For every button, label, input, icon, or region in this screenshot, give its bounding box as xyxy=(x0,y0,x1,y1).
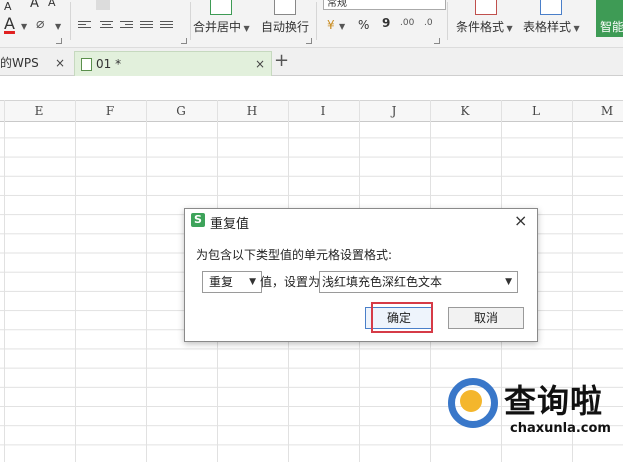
format-style-select[interactable]: 浅红填充色深红色文本 ▼ xyxy=(319,271,518,293)
chevron-down-icon[interactable]: ▼ xyxy=(21,22,27,31)
distribute-icon[interactable] xyxy=(160,21,173,31)
add-tab-button[interactable]: + xyxy=(274,50,289,71)
merge-center-icon[interactable] xyxy=(210,0,232,15)
tab-label: 我的WPS xyxy=(0,56,39,70)
wps-sheet-icon: S xyxy=(191,213,205,227)
tab-01[interactable]: 01 * × xyxy=(74,51,272,76)
align-right-icon[interactable] xyxy=(120,21,133,31)
number-format-select[interactable]: 常规 xyxy=(323,0,446,10)
auto-wrap-button[interactable]: 自动换行 xyxy=(261,18,309,35)
column-header-i[interactable]: I xyxy=(288,101,358,121)
dialog-title-bar[interactable]: S 重复值 × xyxy=(185,209,537,233)
gridline xyxy=(4,100,5,462)
tab-my-wps[interactable]: 我的WPS × xyxy=(0,51,71,75)
tab-label: 01 * xyxy=(96,57,122,71)
table-style-icon[interactable] xyxy=(540,0,562,15)
close-icon[interactable]: × xyxy=(55,51,65,75)
column-header-k[interactable]: K xyxy=(430,101,500,121)
divider xyxy=(316,2,317,40)
conditional-format-icon[interactable] xyxy=(475,0,497,15)
chevron-down-icon: ▼ xyxy=(505,277,512,287)
column-header-f[interactable]: F xyxy=(75,101,145,121)
spreadsheet-file-icon xyxy=(81,58,92,71)
table-style-button[interactable]: 表格样式 ▼ xyxy=(523,18,580,35)
divider xyxy=(70,2,71,40)
font-color-button[interactable]: A xyxy=(4,14,15,33)
merge-center-button[interactable]: 合并居中 ▼ xyxy=(193,18,250,35)
value-type-select[interactable]: 重复 ▼ xyxy=(202,271,262,293)
dialog-launcher-icon[interactable] xyxy=(306,38,312,44)
top-align-button[interactable] xyxy=(96,0,110,10)
column-header-j[interactable]: J xyxy=(359,101,429,121)
increase-decimal-icon[interactable]: .00 xyxy=(400,18,414,28)
dialog-title: 重复值 xyxy=(210,217,250,232)
chevron-down-icon[interactable]: ▼ xyxy=(339,22,345,31)
comma-style-button[interactable]: 9 xyxy=(382,16,390,30)
watermark-title: 查询啦 xyxy=(504,382,604,420)
chevron-down-icon: ▼ xyxy=(249,277,256,287)
font-size-up-icon[interactable]: A xyxy=(30,0,39,11)
column-header-l[interactable]: L xyxy=(501,101,571,121)
column-header-m[interactable]: M xyxy=(572,101,623,121)
wrap-text-icon[interactable] xyxy=(274,0,296,15)
justify-icon[interactable] xyxy=(140,21,153,31)
divider xyxy=(447,2,448,40)
dialog-prompt: 为包含以下类型值的单元格设置格式: xyxy=(196,248,393,262)
chevron-down-icon[interactable]: ▼ xyxy=(55,22,61,31)
dialog-launcher-icon[interactable] xyxy=(181,38,187,44)
logo-dot-icon xyxy=(460,390,482,412)
column-header-row: E F G H I J K L M xyxy=(0,100,623,122)
column-header-h[interactable]: H xyxy=(217,101,287,121)
value-type-selected: 重复 xyxy=(209,275,234,289)
watermark-url: chaxunla.com xyxy=(510,421,611,436)
watermark-logo: 查询啦 chaxunla.com xyxy=(448,376,623,446)
set-as-label: 值，设置为 xyxy=(260,275,321,289)
document-tab-bar: 我的WPS × 01 * × + xyxy=(0,48,623,76)
cancel-button[interactable]: 取消 xyxy=(448,307,524,329)
align-center-icon[interactable] xyxy=(100,21,113,31)
conditional-format-button[interactable]: 条件格式 ▼ xyxy=(456,18,513,35)
format-style-selected: 浅红填充色深红色文本 xyxy=(322,275,443,289)
column-header-e[interactable]: E xyxy=(4,101,74,121)
percent-button[interactable]: % xyxy=(358,18,369,32)
duplicate-values-dialog: S 重复值 × 为包含以下类型值的单元格设置格式: 重复 ▼ 值，设置为 浅红填… xyxy=(184,208,538,342)
gridline xyxy=(146,100,147,462)
divider xyxy=(190,2,191,40)
column-header-g[interactable]: G xyxy=(146,101,216,121)
ribbon-toolbar: A A A A ▼ ⌀ ▼ 合并居中 ▼ 自动换行 常规 ¥ ▼ % 9 .00… xyxy=(0,0,623,48)
font-grow-icon[interactable]: A xyxy=(4,0,12,13)
close-icon[interactable]: × xyxy=(514,211,527,230)
smart-toolbox-button[interactable]: 智能 xyxy=(596,0,623,37)
close-icon[interactable]: × xyxy=(255,52,265,76)
decrease-decimal-icon[interactable]: .0 xyxy=(424,18,433,28)
dialog-launcher-icon[interactable] xyxy=(56,38,62,44)
gridline xyxy=(75,100,76,462)
clear-format-icon[interactable]: ⌀ xyxy=(36,16,44,32)
highlight-box xyxy=(371,302,433,333)
currency-icon[interactable]: ¥ xyxy=(327,18,335,32)
font-size-down-icon[interactable]: A xyxy=(48,0,56,9)
align-left-icon[interactable] xyxy=(78,21,91,31)
dialog-launcher-icon[interactable] xyxy=(434,38,440,44)
